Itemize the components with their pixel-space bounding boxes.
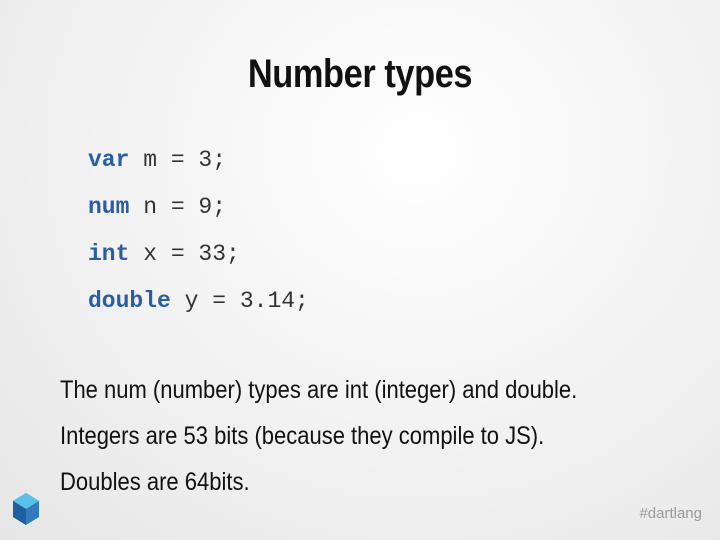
code-keyword: double <box>88 288 171 314</box>
code-keyword: var <box>88 147 130 173</box>
slide: Number types var m = 3; num n = 9; int x… <box>0 0 720 540</box>
code-line: num n = 9; <box>88 187 309 234</box>
code-keyword: int <box>88 241 130 267</box>
body-line: The num (number) types are int (integer)… <box>60 376 578 404</box>
code-block: var m = 3; num n = 9; int x = 33; double… <box>88 140 309 328</box>
body-line: Doubles are 64bits. <box>60 468 250 496</box>
code-statement: y = 3.14; <box>170 288 309 314</box>
dart-logo-icon <box>13 493 39 525</box>
code-line: double y = 3.14; <box>88 281 309 328</box>
code-line: int x = 33; <box>88 234 309 281</box>
hashtag-label: #dartlang <box>639 505 702 522</box>
slide-title: Number types <box>247 52 473 96</box>
code-keyword: num <box>88 194 130 220</box>
body-line: Integers are 53 bits (because they compi… <box>60 422 545 450</box>
code-statement: x = 33; <box>129 241 240 267</box>
body-text: The num (number) types are int (integer)… <box>60 370 577 508</box>
code-line: var m = 3; <box>88 140 309 187</box>
code-statement: m = 3; <box>129 147 227 173</box>
code-statement: n = 9; <box>129 194 227 220</box>
